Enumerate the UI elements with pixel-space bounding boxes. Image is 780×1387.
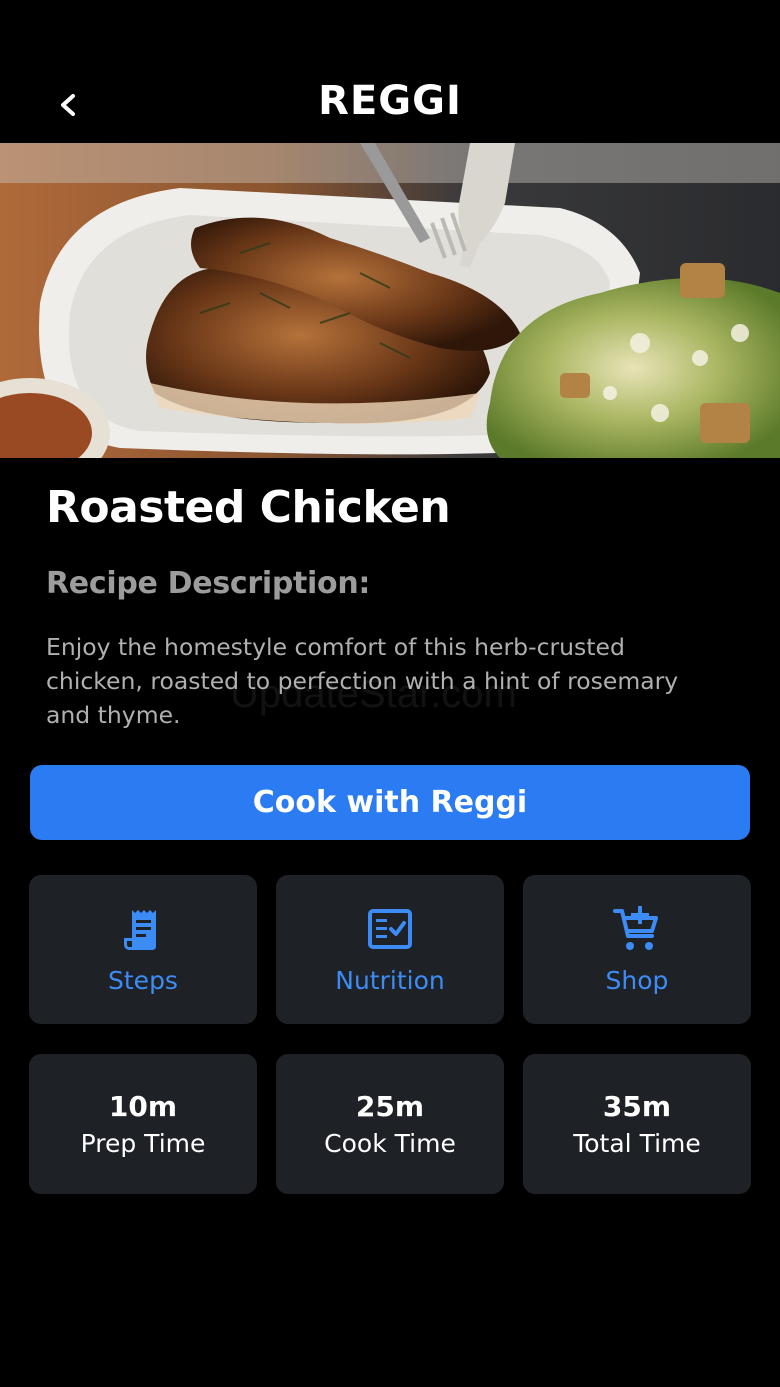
receipt-icon — [124, 910, 156, 950]
recipe-title: Roasted Chicken — [46, 482, 451, 533]
description-heading: Recipe Description: — [46, 566, 371, 601]
nutrition-button[interactable]: Nutrition — [276, 875, 504, 1024]
checklist-icon — [368, 909, 412, 949]
steps-label: Steps — [108, 966, 178, 995]
total-time-label: Total Time — [573, 1129, 701, 1158]
total-time-card: 35m Total Time — [523, 1054, 751, 1194]
recipe-photo — [0, 143, 780, 458]
shop-label: Shop — [605, 966, 669, 995]
steps-button[interactable]: Steps — [29, 875, 257, 1024]
cook-time-card: 25m Cook Time — [276, 1054, 504, 1194]
cook-time-label: Cook Time — [324, 1129, 456, 1158]
shop-button[interactable]: Shop — [523, 875, 751, 1024]
app-title: REGGI — [318, 78, 462, 124]
recipe-description: Enjoy the homestyle comfort of this herb… — [46, 633, 679, 729]
nutrition-label: Nutrition — [335, 966, 445, 995]
total-time-value: 35m — [602, 1090, 672, 1123]
cart-add-icon — [613, 906, 658, 950]
prep-time-label: Prep Time — [80, 1129, 206, 1158]
top-bar: REGGI — [0, 0, 780, 143]
prep-time-card: 10m Prep Time — [29, 1054, 257, 1194]
recipe-screen: REGGI Roasted Chicken Recipe Description… — [0, 0, 780, 1387]
cook-with-reggi-button[interactable]: Cook with Reggi — [30, 765, 750, 840]
prep-time-value: 10m — [108, 1090, 178, 1123]
cook-time-value: 25m — [355, 1090, 425, 1123]
